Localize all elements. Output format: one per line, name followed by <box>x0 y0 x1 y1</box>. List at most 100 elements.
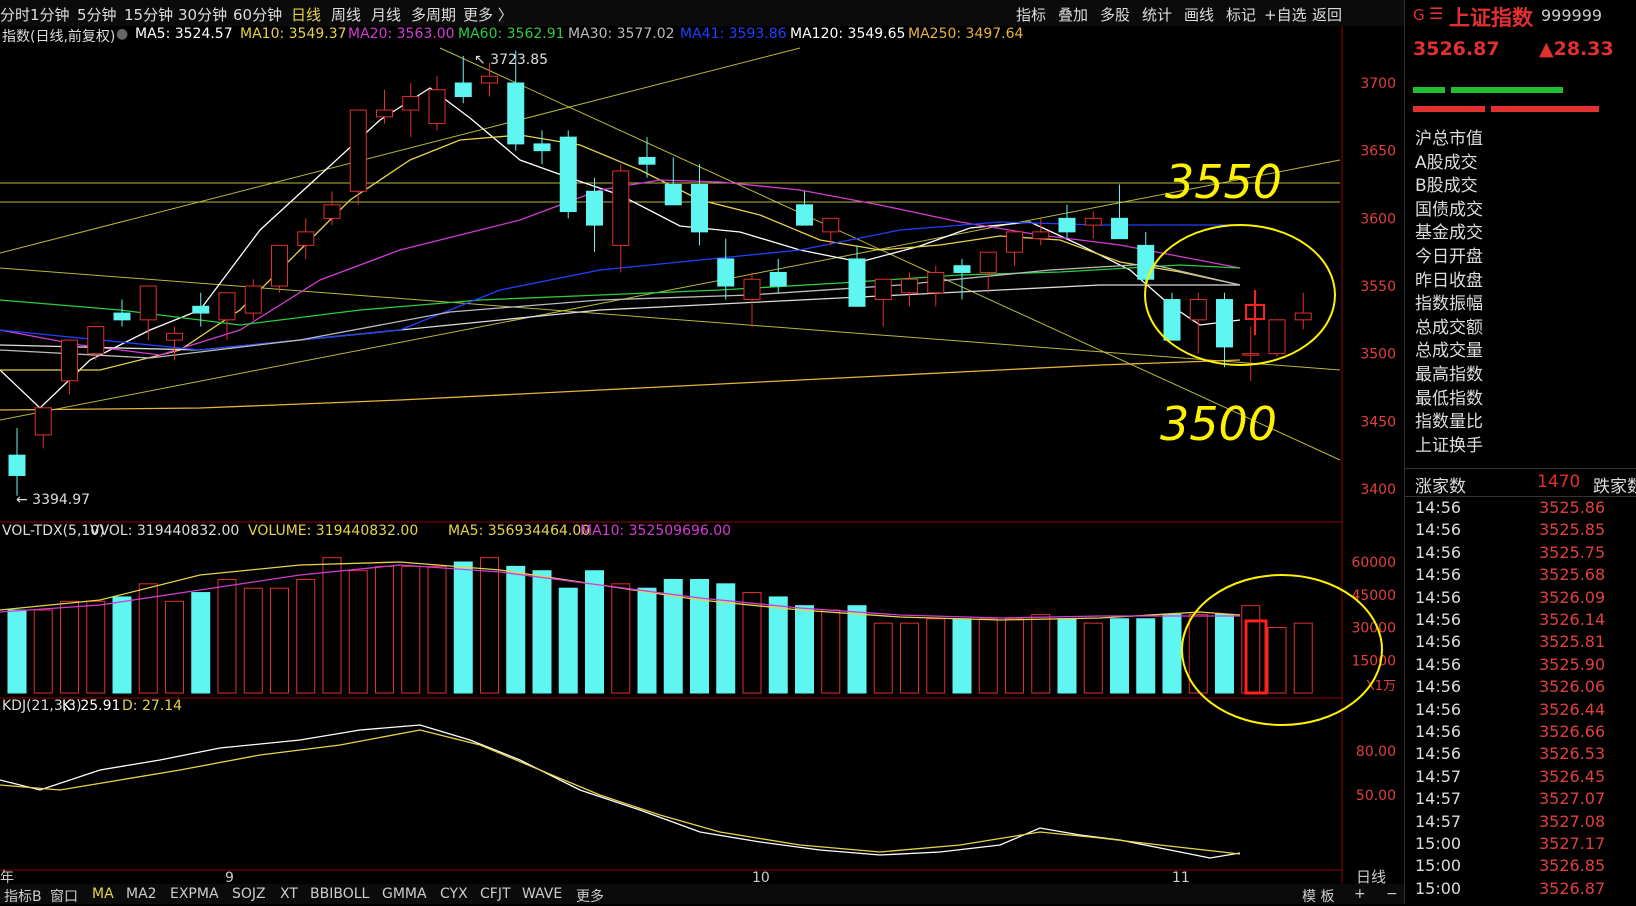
toolbar-action[interactable]: 返回 <box>1312 4 1342 25</box>
toolbar-action[interactable]: 叠加 <box>1058 4 1088 25</box>
tick-price: 3527.08 <box>1539 811 1606 831</box>
divider <box>1405 468 1636 469</box>
volume-bar <box>611 583 631 694</box>
quote-row-label: 指数振幅 <box>1415 294 1483 315</box>
period-tab[interactable]: 月线 <box>371 4 401 25</box>
settings-icon[interactable]: ● <box>116 26 128 42</box>
toolbar-action[interactable]: 标记 <box>1226 4 1256 25</box>
kline-chart[interactable]: 3700 3650 3600 3550 3500 3450 3400 ↖ 3723.85 ← 3… <box>0 0 1404 904</box>
quote-panel: G ☰ 上证指数 999999 3526.87 ▲28.33 沪总市值 A股成交 B… <box>1404 0 1636 904</box>
period-tab[interactable]: 日线 <box>291 4 321 25</box>
volume-bar <box>1293 622 1313 694</box>
indicator-tab[interactable]: 指标B <box>4 886 42 906</box>
volume-bar <box>926 618 946 694</box>
bottombar-control[interactable]: 模 板 <box>1302 886 1334 906</box>
tick-price: 3527.07 <box>1539 789 1606 809</box>
annotation-3500: 3500 <box>1160 397 1277 451</box>
tick-price: 3525.85 <box>1539 520 1606 540</box>
volume-bar <box>191 592 211 694</box>
period-tab[interactable]: 更多 〉 <box>463 4 513 25</box>
price-axis-label: 3650 <box>1360 144 1396 160</box>
period-tab[interactable]: 周线 <box>331 4 361 25</box>
candle <box>1032 218 1050 246</box>
rise-label: 涨家数 <box>1415 477 1466 497</box>
candle <box>874 278 892 327</box>
toolbar-action[interactable]: 多股 <box>1100 4 1130 25</box>
volume-bar <box>532 570 552 694</box>
candle <box>61 339 78 395</box>
candle-body <box>8 454 26 476</box>
period-tab[interactable]: 多周期 <box>411 4 456 25</box>
candle-body <box>1084 217 1102 226</box>
candle <box>1189 292 1207 354</box>
period-tab[interactable]: 分时 <box>0 4 30 25</box>
fall-label: 跌家数 <box>1593 477 1636 497</box>
bottombar-control[interactable]: − <box>1386 886 1398 902</box>
annotation-3550: 3550 <box>1165 155 1282 209</box>
volume-axis-label: 15000 <box>1351 653 1396 669</box>
candle-body <box>717 258 735 287</box>
toolbar-action[interactable]: 指标 <box>1016 4 1046 25</box>
ma-legend-item: MA250: 3497.64 <box>908 26 1024 42</box>
indicator-tab[interactable]: 窗口 <box>50 886 78 906</box>
volume-bar <box>243 587 263 694</box>
tick-row: 14:56 3525.68 <box>1405 565 1636 587</box>
indicator-tab[interactable]: MA2 <box>126 886 157 902</box>
volume-bar <box>1136 618 1156 694</box>
candle <box>1216 292 1233 368</box>
candle-body <box>34 407 52 436</box>
tick-time: 14:56 <box>1415 610 1462 629</box>
candle <box>612 164 630 273</box>
bottombar-control[interactable]: + <box>1354 886 1366 902</box>
candle <box>113 299 131 327</box>
volume-bar <box>506 565 526 694</box>
indicator-tab[interactable]: CYX <box>440 886 468 902</box>
indicator-tab[interactable]: SOJZ <box>232 886 266 902</box>
indicator-tab[interactable]: MA <box>92 886 114 902</box>
index-price: 3526.87 <box>1413 38 1500 60</box>
volume-bar <box>900 622 919 694</box>
candle-body <box>1137 244 1155 280</box>
candle <box>638 137 656 178</box>
tick-price: 3526.66 <box>1539 722 1606 741</box>
toolbar-action[interactable]: 画线 <box>1184 4 1214 25</box>
indicator-tab[interactable]: XT <box>280 886 298 902</box>
price-axis-label: 3700 <box>1360 76 1396 92</box>
tick-price: 3526.53 <box>1539 744 1606 764</box>
candle-body <box>192 305 210 314</box>
volume-bar <box>217 578 237 694</box>
tick-time: 15:00 <box>1415 856 1462 876</box>
period-tab[interactable]: 15分钟 <box>124 4 173 25</box>
candle-body <box>612 170 630 246</box>
candle <box>349 109 367 205</box>
indicator-tab[interactable]: GMMA <box>382 886 427 902</box>
toolbar-action[interactable]: 统计 <box>1142 4 1172 25</box>
volume-bar <box>1110 618 1129 694</box>
tick-time: 14:56 <box>1415 587 1462 607</box>
candle-body <box>979 251 997 273</box>
tick-price: 3526.45 <box>1539 766 1606 786</box>
tick-time: 14:56 <box>1415 744 1462 764</box>
candle <box>1242 326 1260 381</box>
period-tab[interactable]: 5分钟 <box>77 4 117 25</box>
period-tab[interactable]: 60分钟 <box>233 4 282 25</box>
volume-bar <box>1031 613 1051 694</box>
quote-row-label: 国债成交 <box>1415 199 1483 220</box>
menu-icon[interactable]: ☰ <box>1429 4 1443 23</box>
quote-row-label: 基金成交 <box>1415 223 1483 244</box>
indicator-tab[interactable]: BBIBOLL <box>310 886 369 902</box>
toolbar-action[interactable]: +自选 <box>1264 4 1307 25</box>
period-tab[interactable]: 1分钟 <box>30 4 70 25</box>
g-icon[interactable]: G <box>1413 6 1425 24</box>
indicator-tab[interactable]: WAVE <box>522 886 562 902</box>
period-tab[interactable]: 30分钟 <box>178 4 227 25</box>
indicator-tab[interactable]: 更多 <box>576 886 604 906</box>
indicator-tab[interactable]: CFJT <box>480 886 511 902</box>
indicator-tabbar: 指标B 窗口 MA MA2 EXPMA SOJZ XT BBIBOLL GMMA CYX CFJT W… <box>0 884 1404 906</box>
quote-row-label: 今日开盘 <box>1415 247 1483 267</box>
volume-bar <box>375 565 394 694</box>
indicator-tab[interactable]: EXPMA <box>170 886 219 902</box>
price-axis-label: 3500 <box>1360 347 1396 363</box>
candle-body <box>822 217 840 233</box>
tick-price: 3526.14 <box>1539 610 1606 629</box>
